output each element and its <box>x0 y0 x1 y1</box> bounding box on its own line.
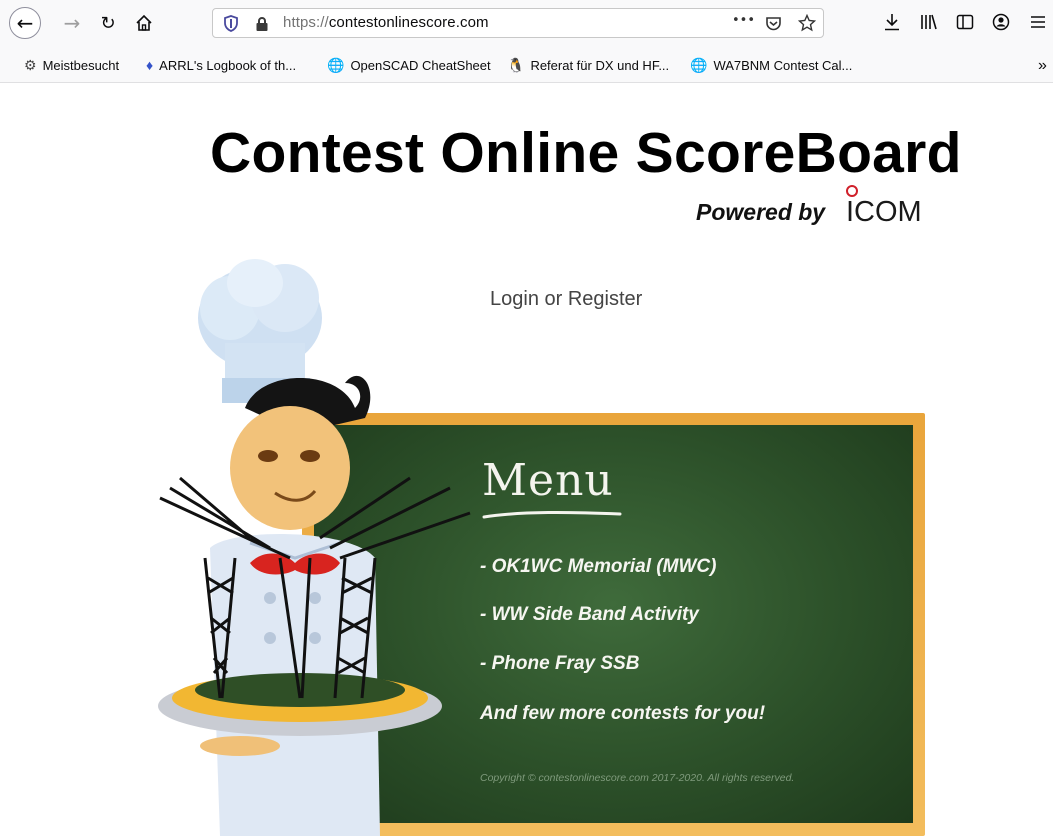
bookmarks-toolbar: ⚙ Meistbesucht ♦ ARRL's Logbook of th... 🌐… <box>0 47 1053 83</box>
copyright-text: Copyright © contestonlinescore.com 2017-… <box>480 772 795 784</box>
bookmark-label: Meistbesucht <box>42 58 120 73</box>
lock-icon[interactable] <box>255 16 269 32</box>
menu-item-phonefray[interactable]: - Phone Fray SSB <box>480 653 639 675</box>
bookmark-item[interactable]: 🌐 WA7BNM Contest Cal... <box>690 57 852 74</box>
back-arrow-icon: ← <box>16 11 34 35</box>
menu-title: Menu <box>482 455 614 506</box>
account-icon[interactable] <box>992 13 1010 31</box>
page-title: Contest Online ScoreBoard <box>210 121 962 185</box>
gear-icon: ⚙ <box>24 57 37 73</box>
menu-item-more: And few more contests for you! <box>480 703 766 724</box>
url-host: contestonlinescore.com <box>328 14 489 31</box>
bookmark-label: ARRL's Logbook of th... <box>159 57 297 73</box>
chef-illustration <box>158 259 471 836</box>
reload-button[interactable]: ↻ <box>96 11 120 35</box>
login-register-link[interactable]: Login or Register <box>490 288 642 311</box>
menu-item-mwc[interactable]: - OK1WC Memorial (MWC) <box>480 556 716 578</box>
pocket-icon[interactable] <box>765 15 782 32</box>
tracking-protection-icon[interactable] <box>223 15 239 32</box>
arrl-diamond-icon: ♦ <box>146 57 154 73</box>
home-button[interactable] <box>132 11 156 35</box>
sidebar-icon[interactable] <box>956 13 974 31</box>
bookmark-label: Referat für DX und HF... <box>530 58 670 73</box>
page-actions-button[interactable]: ••• <box>732 13 755 28</box>
bookmark-item[interactable]: ⚙ Meistbesucht <box>24 57 119 74</box>
url-scheme: https:// <box>283 14 329 31</box>
home-icon <box>136 14 152 31</box>
bookmark-item[interactable]: 🐧 Referat für DX und HF... <box>507 57 669 74</box>
tux-icon: 🐧 <box>507 57 525 73</box>
globe-icon: 🌐 <box>327 57 345 73</box>
back-button[interactable]: ← <box>9 7 41 39</box>
bookmark-star-icon[interactable] <box>798 14 816 32</box>
chevron-right-icon: » <box>1038 57 1047 74</box>
url-bar[interactable]: https://contestonlinescore.com ••• <box>212 8 824 38</box>
forward-arrow-icon: → <box>63 11 81 35</box>
library-icon[interactable] <box>920 13 938 31</box>
url-text[interactable]: https://contestonlinescore.com <box>283 14 489 31</box>
downloads-icon[interactable] <box>884 13 900 31</box>
forward-button[interactable]: → <box>60 11 84 35</box>
menu-item-sideband[interactable]: - WW Side Band Activity <box>480 604 699 626</box>
bookmark-item[interactable]: ♦ ARRL's Logbook of th... <box>146 57 296 73</box>
svg-text:ICOM: ICOM <box>846 196 922 228</box>
more-bookmarks-button[interactable]: » <box>1038 57 1047 75</box>
reload-icon: ↻ <box>100 12 116 34</box>
powered-by-text: Powered by <box>696 199 826 225</box>
menu-hamburger-icon[interactable] <box>1030 14 1046 30</box>
bookmark-label: WA7BNM Contest Cal... <box>713 58 853 73</box>
bookmark-item[interactable]: 🌐 OpenSCAD CheatSheet <box>327 57 491 74</box>
menu-underline <box>482 510 622 519</box>
bookmark-label: OpenSCAD CheatSheet <box>350 58 491 73</box>
globe-icon: 🌐 <box>690 57 708 73</box>
browser-toolbar: ← → ↻ https://contestonlinescore.com ••• <box>0 0 1053 47</box>
icom-logo: ICOM <box>846 185 922 228</box>
